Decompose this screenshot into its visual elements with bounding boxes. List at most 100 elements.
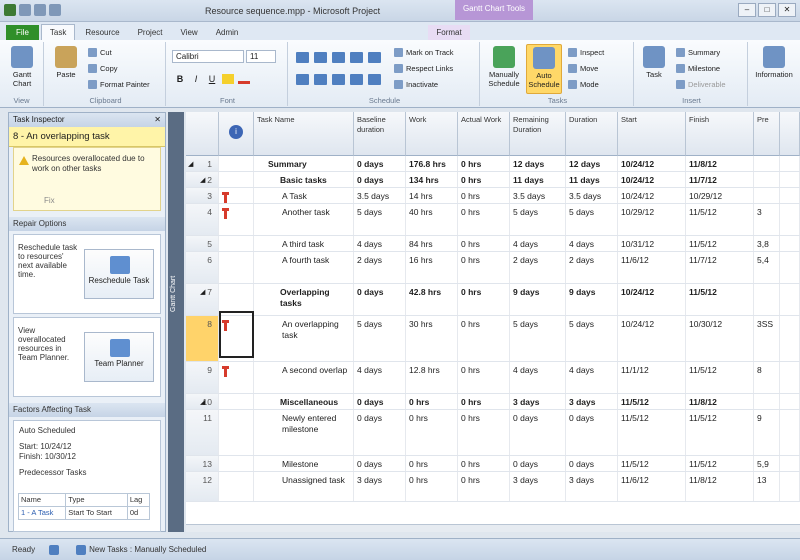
cell-start[interactable]: 11/6/12	[618, 472, 686, 501]
cell-id[interactable]: 9	[186, 362, 219, 393]
cell-remaining[interactable]: 0 days	[510, 410, 566, 455]
cell-remaining[interactable]: 3 days	[510, 472, 566, 501]
extra-cell[interactable]	[780, 316, 800, 361]
cell-actual[interactable]: 0 hrs	[458, 394, 510, 409]
indicator-cell[interactable]	[219, 236, 254, 251]
cell-work[interactable]: 0 hrs	[406, 456, 458, 471]
cell-id[interactable]: 11	[186, 410, 219, 455]
cell-id[interactable]: 3	[186, 188, 219, 203]
cell-finish[interactable]: 11/5/12	[686, 456, 754, 471]
col-predecessors[interactable]: Pre	[754, 112, 780, 156]
cell-remaining[interactable]: 9 days	[510, 284, 566, 315]
col-actual-work[interactable]: Actual Work	[458, 112, 510, 156]
extra-cell[interactable]	[780, 188, 800, 203]
indicator-cell[interactable]	[219, 156, 254, 171]
cell-actual[interactable]: 0 hrs	[458, 236, 510, 251]
cell-start[interactable]: 10/29/12	[618, 204, 686, 235]
cell-pred[interactable]: 8	[754, 362, 780, 393]
cell-finish[interactable]: 11/5/12	[686, 204, 754, 235]
format-painter-button[interactable]: Format Painter	[88, 80, 150, 89]
cell-work[interactable]: 0 hrs	[406, 394, 458, 409]
link-icon[interactable]	[332, 74, 345, 85]
col-duration[interactable]: Duration	[566, 112, 618, 156]
table-row[interactable]: 7 ◢ Overlapping tasks 0 days 42.8 hrs 0 hrs 9 …	[186, 284, 800, 316]
pct-25-icon[interactable]	[314, 52, 327, 63]
cell-baseline[interactable]: 2 days	[354, 252, 406, 283]
cell-duration[interactable]: 4 days	[566, 362, 618, 393]
cell-remaining[interactable]: 0 days	[510, 456, 566, 471]
cell-remaining[interactable]: 4 days	[510, 236, 566, 251]
cell-finish[interactable]: 11/8/12	[686, 394, 754, 409]
cell-finish[interactable]: 11/5/12	[686, 410, 754, 455]
cell-actual[interactable]: 0 hrs	[458, 172, 510, 187]
table-row[interactable]: 2 ◢ Basic tasks 0 days 134 hrs 0 hrs 11 days 11…	[186, 172, 800, 188]
cell-actual[interactable]: 0 hrs	[458, 252, 510, 283]
cell-id[interactable]: 4	[186, 204, 219, 235]
close-icon[interactable]: ✕	[778, 3, 796, 17]
cell-id[interactable]: 13	[186, 456, 219, 471]
cell-actual[interactable]: 0 hrs	[458, 204, 510, 235]
deliverable-button[interactable]: Deliverable	[676, 80, 726, 89]
tab-file[interactable]: File	[6, 25, 39, 40]
table-row[interactable]: 10◢Miscellaneous tasks0 days0 hrs0 hrs3 …	[186, 394, 800, 410]
close-icon[interactable]: ✕	[154, 115, 161, 125]
overallocation-icon[interactable]	[222, 208, 229, 219]
summary-button[interactable]: Summary	[676, 48, 720, 57]
table-row[interactable]: 4 Another task 5 days 40 hrs 0 hrs 5 days 5 da…	[186, 204, 800, 236]
cell-work[interactable]: 176.8 hrs	[406, 156, 458, 171]
cell-pred[interactable]: 13	[754, 472, 780, 501]
fill-color-icon[interactable]	[222, 74, 234, 84]
cell-name[interactable]: A third task	[254, 236, 354, 251]
cell-finish[interactable]: 11/5/12	[686, 236, 754, 251]
cell-work[interactable]: 42.8 hrs	[406, 284, 458, 315]
redo-icon[interactable]	[49, 4, 61, 16]
split-icon[interactable]	[368, 74, 381, 85]
predecessor-link[interactable]: 1 - A Task	[17, 506, 67, 520]
cell-baseline[interactable]: 4 days	[354, 236, 406, 251]
cell-pred[interactable]: 5,9	[754, 456, 780, 471]
cell-actual[interactable]: 0 hrs	[458, 188, 510, 203]
tab-admin[interactable]: Admin	[208, 25, 247, 40]
cell-baseline[interactable]: 0 days	[354, 156, 406, 171]
table-row[interactable]: 5A third task 4 days 84 hrs 0 hrs 4 days 4 da…	[186, 236, 800, 252]
fix-link[interactable]: Fix	[44, 196, 55, 205]
cell-start[interactable]: 11/5/12	[618, 456, 686, 471]
cell-work[interactable]: 40 hrs	[406, 204, 458, 235]
maximize-icon[interactable]: □	[758, 3, 776, 17]
cell-name[interactable]: A Task	[254, 188, 354, 203]
cell-work[interactable]: 14 hrs	[406, 188, 458, 203]
col-baseline[interactable]: Baseline duration	[354, 112, 406, 156]
cell-duration[interactable]: 12 days	[566, 156, 618, 171]
cell-id[interactable]: 6	[186, 252, 219, 283]
move-button[interactable]: Move	[568, 64, 598, 73]
cell-start[interactable]: 10/31/12	[618, 236, 686, 251]
extra-cell[interactable]	[780, 472, 800, 501]
cell-finish[interactable]: 11/7/12	[686, 172, 754, 187]
col-remaining-duration[interactable]: Remaining Duration	[510, 112, 566, 156]
tab-task[interactable]: Task	[40, 24, 76, 40]
cell-start[interactable]: 11/5/12	[618, 410, 686, 455]
cell-start[interactable]: 11/6/12	[618, 252, 686, 283]
outdent-icon[interactable]	[296, 74, 309, 85]
cell-start[interactable]: 10/24/12	[618, 316, 686, 361]
mode-button[interactable]: Mode	[568, 80, 599, 89]
team-planner-button[interactable]: Team Planner	[84, 332, 154, 382]
mark-on-track-button[interactable]: Mark on Track	[394, 48, 454, 57]
extra-cell[interactable]	[780, 236, 800, 251]
cell-baseline[interactable]: 0 days	[354, 456, 406, 471]
cell-pred[interactable]: 9	[754, 410, 780, 455]
cell-remaining[interactable]: 5 days	[510, 204, 566, 235]
indicator-cell[interactable]	[219, 394, 254, 409]
indicator-cell[interactable]	[219, 362, 254, 393]
tab-format[interactable]: Format	[428, 25, 470, 40]
tab-project[interactable]: Project	[130, 25, 171, 40]
paste-button[interactable]: Paste	[50, 44, 82, 79]
indicator-cell[interactable]	[219, 188, 254, 203]
macro-icon[interactable]	[49, 544, 62, 555]
pct-50-icon[interactable]	[332, 52, 345, 63]
indicator-cell[interactable]	[219, 410, 254, 455]
cell-actual[interactable]: 0 hrs	[458, 456, 510, 471]
pct-0-icon[interactable]	[296, 52, 309, 63]
cell-work[interactable]: 134 hrs	[406, 172, 458, 187]
indicator-cell[interactable]	[219, 252, 254, 283]
